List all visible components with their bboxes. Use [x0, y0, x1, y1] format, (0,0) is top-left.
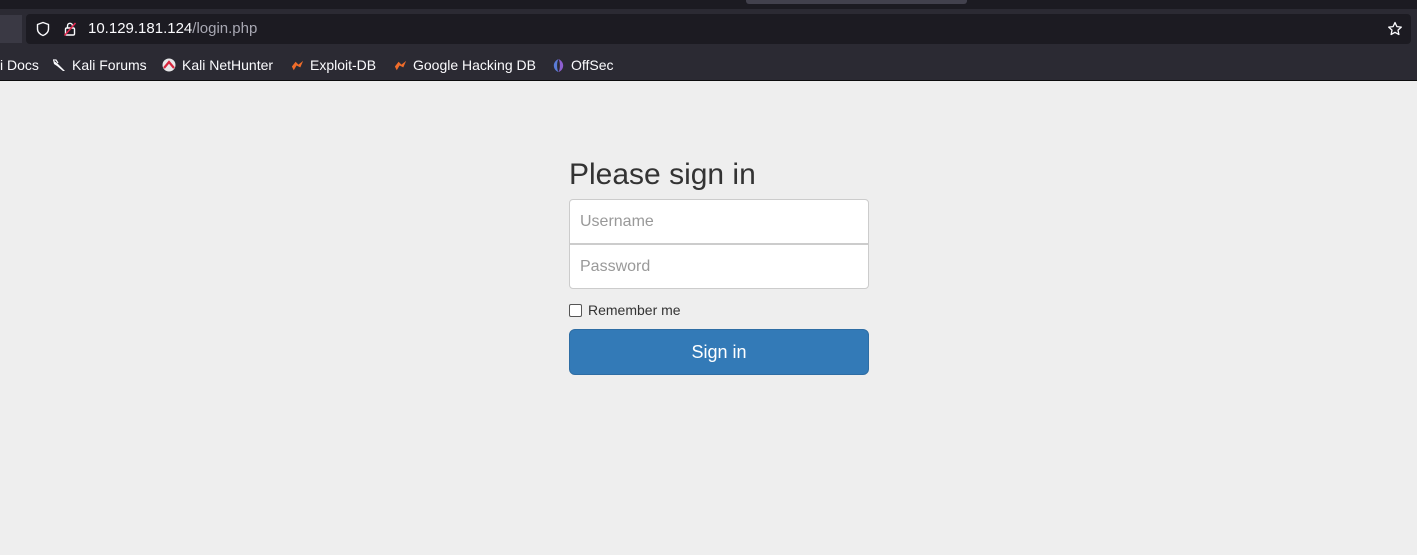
- remember-me-label[interactable]: Remember me: [588, 302, 681, 318]
- url-host: 10.129.181.124: [88, 20, 193, 37]
- bookmark-label: Kali NetHunter: [182, 57, 274, 73]
- active-tab[interactable]: [746, 0, 967, 4]
- bookmark-label: Kali Forums: [72, 57, 147, 73]
- bookmark-kali-docs[interactable]: i Docs: [0, 56, 39, 74]
- page-content: Please sign in Remember me Sign in: [0, 81, 1417, 555]
- bookmark-label: Exploit-DB: [310, 57, 377, 73]
- bookmark-star-icon[interactable]: [1387, 21, 1403, 37]
- kali-dragon-icon: [53, 59, 65, 71]
- sign-in-button[interactable]: Sign in: [569, 329, 869, 375]
- shield-icon[interactable]: [35, 21, 51, 37]
- bookmark-label: OffSec: [571, 57, 614, 73]
- username-input[interactable]: [569, 199, 869, 244]
- browser-chrome: 10.129.181.124/login.php i Docs Kali For…: [0, 0, 1417, 81]
- bookmarks-toolbar: i Docs Kali Forums Kali NetHunter Exploi…: [0, 49, 1417, 81]
- bookmark-offsec[interactable]: OffSec: [551, 56, 614, 74]
- bookmark-exploit-db[interactable]: Exploit-DB: [290, 56, 376, 74]
- remember-me-checkbox[interactable]: [569, 303, 582, 317]
- exploit-db-icon: [291, 60, 304, 70]
- url-text[interactable]: 10.129.181.124/login.php: [88, 20, 257, 38]
- url-path: /login.php: [192, 20, 258, 37]
- ghdb-icon: [394, 60, 407, 70]
- bookmark-kali-forums[interactable]: Kali Forums: [51, 56, 147, 74]
- address-bar[interactable]: 10.129.181.124/login.php: [26, 14, 1411, 44]
- nethunter-icon: [162, 58, 176, 72]
- password-input[interactable]: [569, 244, 869, 289]
- remember-me-row[interactable]: Remember me: [569, 300, 869, 320]
- login-form: Please sign in Remember me Sign in: [569, 153, 869, 375]
- page-title: Please sign in: [569, 158, 756, 191]
- bookmark-kali-nethunter[interactable]: Kali NetHunter: [161, 56, 273, 74]
- sidebar-toggle[interactable]: [0, 15, 22, 43]
- tab-strip: [0, 0, 1417, 9]
- bookmark-label: i Docs: [0, 57, 39, 73]
- bookmark-label: Google Hacking DB: [413, 57, 536, 73]
- insecure-lock-icon[interactable]: [62, 21, 78, 37]
- navigation-toolbar: 10.129.181.124/login.php: [0, 9, 1417, 49]
- offsec-icon: [553, 58, 564, 72]
- bookmark-google-hacking-db[interactable]: Google Hacking DB: [393, 56, 536, 74]
